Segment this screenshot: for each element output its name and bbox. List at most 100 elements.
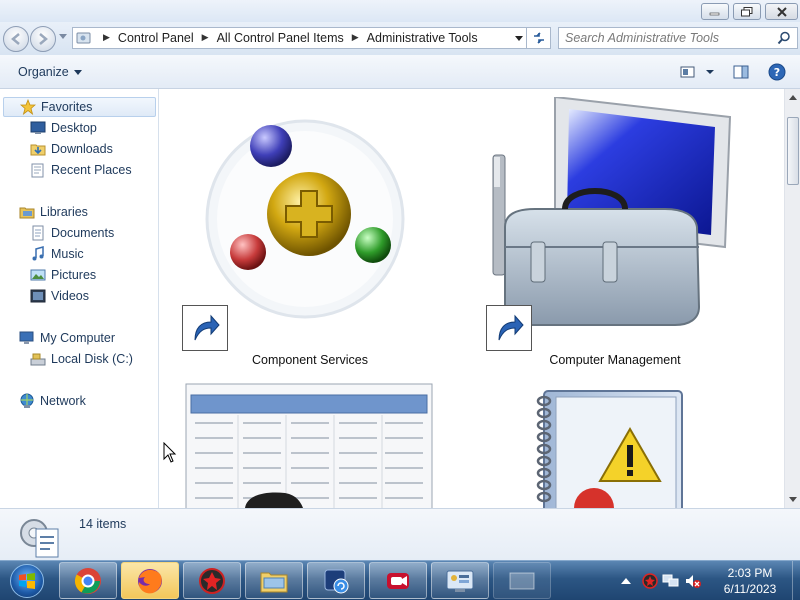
show-hidden-icons[interactable] [620, 576, 632, 586]
title-bar [0, 0, 800, 22]
navigation-bar: ▶ Control Panel ▶ All Control Panel Item… [0, 22, 800, 55]
taskbar-control-panel[interactable] [431, 562, 489, 599]
recorder-icon [387, 572, 409, 589]
sidebar-item-local-disk[interactable]: Local Disk (C:) [30, 349, 133, 369]
chrome-icon [74, 567, 101, 594]
shortcut-arrow-icon [486, 305, 532, 351]
taskbar-window[interactable] [493, 562, 551, 599]
forward-arrow-icon [39, 33, 48, 45]
sidebar-item-label: Local Disk (C:) [51, 352, 133, 366]
hard-drive-icon [30, 351, 46, 367]
sidebar-item-label: My Computer [40, 331, 116, 345]
tile-component-services[interactable]: Component Services [160, 89, 460, 379]
breadcrumb-control-panel[interactable]: Control Panel [118, 31, 194, 45]
chevron-down-icon [789, 497, 797, 502]
tile-label: Component Services [251, 353, 369, 367]
help-button[interactable]: ? [767, 63, 787, 81]
pictures-icon [30, 267, 46, 283]
change-view-button[interactable] [678, 63, 698, 81]
tile-computer-management[interactable]: Computer Management [465, 89, 765, 379]
organize-label: Organize [18, 65, 69, 79]
sidebar-item-videos[interactable]: Videos [30, 286, 89, 306]
refresh-button[interactable] [527, 27, 551, 49]
scroll-up-button[interactable] [785, 89, 800, 105]
libraries-icon [19, 204, 35, 220]
data-sources-icon [185, 383, 433, 508]
breadcrumb-separator[interactable]: ▶ [202, 33, 209, 43]
taskbar-windows-explorer[interactable] [245, 562, 303, 599]
sidebar-item-network[interactable]: Network [19, 391, 86, 411]
clock-date: 6/11/2023 [723, 582, 777, 596]
organize-button[interactable]: Organize [10, 63, 90, 81]
breadcrumb-administrative-tools[interactable]: Administrative Tools [367, 31, 478, 45]
mouse-cursor-icon [163, 442, 177, 463]
sidebar-item-desktop[interactable]: Desktop [30, 118, 97, 138]
videos-icon [30, 288, 46, 304]
sidebar-item-label: Music [51, 247, 84, 261]
sidebar-item-label: Libraries [40, 205, 88, 219]
back-arrow-icon [11, 33, 20, 45]
windows-explorer-icon [260, 572, 288, 592]
vertical-scrollbar[interactable] [784, 89, 800, 508]
system-clock[interactable]: 2:03 PM 6/11/2023 [712, 565, 788, 597]
notification-area [620, 561, 702, 600]
sidebar-item-label: Recent Places [51, 163, 132, 177]
sidebar-item-label: Downloads [51, 142, 113, 156]
view-options-dropdown[interactable] [700, 63, 720, 81]
minimize-button[interactable] [701, 3, 729, 20]
taskbar-chrome[interactable] [59, 562, 117, 599]
search-box[interactable] [558, 27, 798, 49]
taskbar-app[interactable] [183, 562, 241, 599]
window-icon [509, 572, 535, 589]
address-dropdown[interactable] [515, 36, 523, 41]
restore-icon [741, 6, 753, 16]
remote-app-icon [324, 569, 349, 593]
breadcrumb-separator[interactable]: ▶ [352, 33, 359, 43]
downloads-folder-icon [30, 141, 46, 157]
sidebar-item-downloads[interactable]: Downloads [30, 139, 113, 159]
refresh-icon [533, 32, 544, 44]
preview-pane-button[interactable] [731, 63, 751, 81]
scroll-down-button[interactable] [785, 492, 800, 508]
chevron-down-icon [706, 70, 714, 74]
sidebar-item-libraries[interactable]: Libraries [19, 202, 88, 222]
app-tray-icon[interactable] [642, 573, 658, 589]
taskbar: 2:03 PM 6/11/2023 [0, 560, 800, 600]
taskbar-firefox[interactable] [121, 562, 179, 599]
breadcrumb-all-items[interactable]: All Control Panel Items [217, 31, 344, 45]
tile-event-viewer[interactable] [532, 389, 692, 508]
search-icon[interactable] [777, 31, 791, 45]
address-bar[interactable]: ▶ Control Panel ▶ All Control Panel Item… [72, 27, 527, 49]
firefox-icon [138, 568, 162, 593]
scrollbar-thumb[interactable] [787, 117, 799, 185]
windows-logo-icon [10, 564, 44, 598]
tile-data-sources[interactable] [185, 383, 435, 508]
sidebar-item-recent-places[interactable]: Recent Places [30, 160, 132, 180]
preview-pane-icon [733, 65, 749, 79]
music-icon [30, 246, 46, 262]
breadcrumb-separator[interactable]: ▶ [103, 33, 110, 43]
search-input[interactable] [565, 31, 777, 45]
volume-muted-icon[interactable] [684, 573, 702, 589]
chevron-down-icon [73, 69, 82, 75]
sidebar-item-pictures[interactable]: Pictures [30, 265, 96, 285]
sidebar-item-music[interactable]: Music [30, 244, 84, 264]
taskbar-recorder[interactable] [369, 562, 427, 599]
network-status-icon[interactable] [662, 573, 680, 589]
clock-time: 2:03 PM [727, 566, 773, 580]
close-button[interactable] [765, 3, 798, 20]
taskbar-remote-app[interactable] [307, 562, 365, 599]
star-icon [20, 99, 36, 115]
restore-button[interactable] [733, 3, 761, 20]
item-count: 14 items [79, 517, 127, 531]
sidebar-item-documents[interactable]: Documents [30, 223, 114, 243]
minimize-icon [709, 12, 720, 15]
sidebar-item-my-computer[interactable]: My Computer [19, 328, 115, 348]
back-button[interactable] [3, 26, 29, 52]
show-desktop-button[interactable] [792, 561, 800, 600]
recent-pages-dropdown[interactable] [59, 34, 67, 39]
forward-button[interactable] [30, 26, 56, 52]
navigation-pane: Favorites Desktop Downloads Recent Place… [0, 89, 159, 508]
sidebar-item-favorites[interactable]: Favorites [3, 97, 156, 117]
start-button[interactable] [4, 562, 50, 600]
